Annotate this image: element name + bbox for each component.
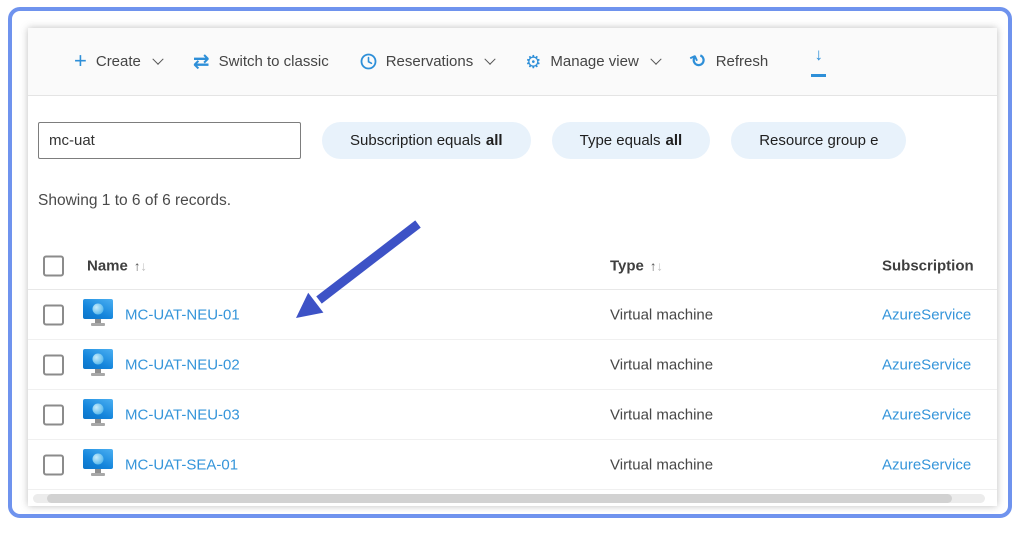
- subscription-header-label: Subscription: [882, 257, 974, 274]
- pill-field: Type equals: [580, 132, 661, 149]
- pill-value: all: [666, 132, 683, 149]
- vm-type: Virtual machine: [610, 306, 713, 323]
- subscription-filter-pill[interactable]: Subscription equals all: [322, 122, 531, 159]
- vm-table: Name ↑↓ Type ↑↓ Subscription MC-UAT-NEU-01…: [28, 242, 997, 490]
- vm-type: Virtual machine: [610, 406, 713, 423]
- table-row: MC-UAT-NEU-03 Virtual machine AzureServi…: [28, 390, 997, 440]
- row-checkbox[interactable]: [43, 454, 64, 475]
- vm-name-link[interactable]: MC-UAT-SEA-01: [125, 456, 238, 473]
- resource-group-filter-pill[interactable]: Resource group e: [731, 122, 906, 159]
- clock-icon: [360, 53, 377, 70]
- virtual-machine-icon: [83, 449, 113, 476]
- vm-name-link[interactable]: MC-UAT-NEU-03: [125, 406, 240, 423]
- sort-icons: ↑↓: [650, 258, 663, 273]
- type-filter-pill[interactable]: Type equals all: [552, 122, 711, 159]
- plus-icon: +: [74, 50, 87, 72]
- vm-name-link[interactable]: MC-UAT-NEU-01: [125, 306, 240, 323]
- reservations-button[interactable]: Reservations: [360, 53, 495, 70]
- row-checkbox[interactable]: [43, 304, 64, 325]
- chevron-down-icon: [485, 53, 496, 64]
- pill-value: all: [486, 132, 503, 149]
- chevron-down-icon: [152, 53, 163, 64]
- sort-icons: ↑↓: [134, 258, 147, 273]
- switch-to-classic-button[interactable]: ⇄ Switch to classic: [193, 52, 329, 72]
- column-header-type[interactable]: Type ↑↓: [610, 257, 663, 274]
- column-header-subscription[interactable]: Subscription: [882, 257, 974, 274]
- table-row: MC-UAT-SEA-01 Virtual machine AzureServi…: [28, 440, 997, 490]
- manage-view-button[interactable]: ⚙ Manage view: [525, 53, 660, 71]
- scrollbar-thumb[interactable]: [47, 494, 952, 503]
- type-header-label: Type: [610, 257, 644, 274]
- refresh-label: Refresh: [716, 53, 769, 70]
- command-bar: + Create ⇄ Switch to classic Reservation…: [28, 28, 997, 96]
- vm-subscription-link[interactable]: AzureService: [882, 456, 971, 473]
- refresh-icon: ↻: [688, 50, 710, 74]
- filter-bar: Subscription equals all Type equals all …: [38, 122, 997, 159]
- vm-subscription-link[interactable]: AzureService: [882, 306, 971, 323]
- select-all-checkbox[interactable]: [43, 255, 64, 276]
- chevron-down-icon: [650, 53, 661, 64]
- vm-subscription-link[interactable]: AzureService: [882, 356, 971, 373]
- vm-name-link[interactable]: MC-UAT-NEU-02: [125, 356, 240, 373]
- row-checkbox[interactable]: [43, 404, 64, 425]
- table-row: MC-UAT-NEU-02 Virtual machine AzureServi…: [28, 340, 997, 390]
- name-header-label: Name: [87, 257, 128, 274]
- table-header-row: Name ↑↓ Type ↑↓ Subscription: [28, 242, 997, 290]
- records-summary: Showing 1 to 6 of 6 records.: [38, 192, 231, 210]
- row-checkbox[interactable]: [43, 354, 64, 375]
- vm-type: Virtual machine: [610, 356, 713, 373]
- refresh-button[interactable]: ↻ Refresh: [691, 52, 768, 71]
- horizontal-scrollbar[interactable]: [33, 494, 985, 503]
- download-icon: ↓: [814, 46, 823, 63]
- virtual-machine-icon: [83, 399, 113, 426]
- table-row: MC-UAT-NEU-01 Virtual machine AzureServi…: [28, 290, 997, 340]
- pill-field: Resource group e: [759, 132, 878, 149]
- virtual-machine-icon: [83, 299, 113, 326]
- create-button-label: Create: [96, 53, 141, 70]
- vm-subscription-link[interactable]: AzureService: [882, 406, 971, 423]
- filter-search-input[interactable]: [38, 122, 301, 159]
- export-csv-button[interactable]: ↓: [811, 46, 826, 77]
- download-icon-bar: [811, 74, 826, 77]
- create-button[interactable]: + Create: [74, 52, 162, 72]
- column-header-name[interactable]: Name ↑↓: [87, 257, 147, 274]
- pill-field: Subscription equals: [350, 132, 481, 149]
- switch-to-classic-label: Switch to classic: [219, 53, 329, 70]
- manage-view-label: Manage view: [550, 53, 638, 70]
- vm-list-panel: + Create ⇄ Switch to classic Reservation…: [28, 28, 997, 506]
- gear-icon: ⚙: [525, 53, 541, 71]
- reservations-label: Reservations: [386, 53, 474, 70]
- switch-arrows-icon: ⇄: [193, 52, 210, 72]
- virtual-machine-icon: [83, 349, 113, 376]
- vm-type: Virtual machine: [610, 456, 713, 473]
